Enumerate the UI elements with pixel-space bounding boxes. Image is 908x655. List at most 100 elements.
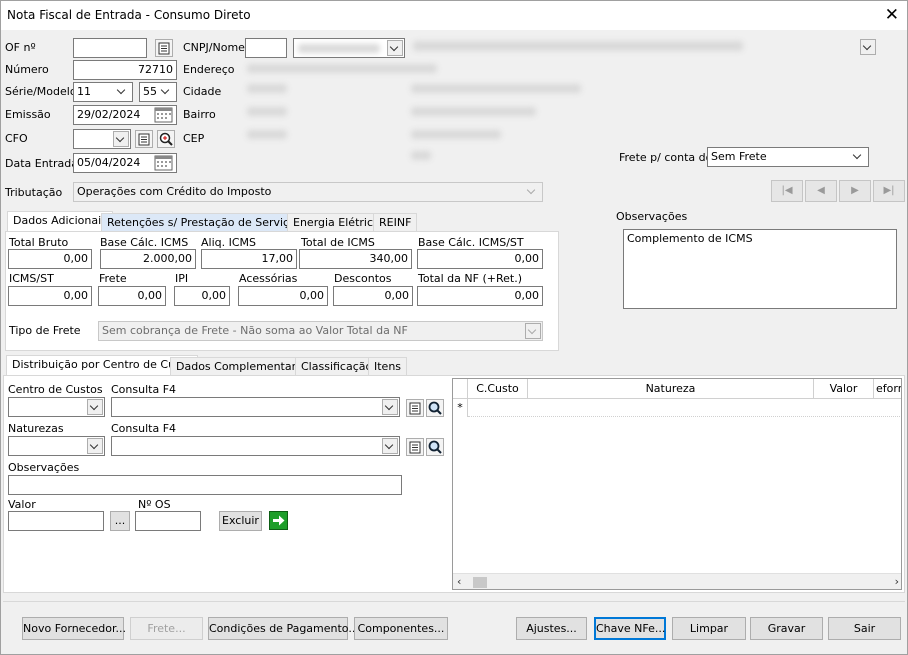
limpar-button[interactable]: Limpar bbox=[672, 617, 746, 640]
gravar-button[interactable]: Gravar bbox=[750, 617, 823, 640]
total-icms-input[interactable]: 340,00 bbox=[299, 249, 412, 269]
footer-divider bbox=[3, 601, 905, 602]
cep-label: CEP bbox=[183, 132, 205, 145]
centro-custos-search-button[interactable] bbox=[426, 399, 444, 417]
descontos-input[interactable]: 0,00 bbox=[333, 286, 413, 306]
chave-nfe-button[interactable]: Chave NFe... bbox=[594, 617, 666, 640]
valor-input[interactable] bbox=[8, 511, 104, 531]
numero-input[interactable]: 72710 bbox=[73, 60, 177, 80]
icms-st-input[interactable]: 0,00 bbox=[8, 286, 92, 306]
tributacao-select[interactable]: Operações com Crédito do Imposto bbox=[73, 182, 543, 202]
calendar-icon[interactable] bbox=[154, 106, 174, 124]
centro-custos-list-button[interactable] bbox=[406, 399, 424, 417]
excluir-button[interactable]: Excluir bbox=[219, 511, 262, 531]
scroll-right-icon[interactable]: › bbox=[895, 575, 899, 588]
close-icon[interactable]: ✕ bbox=[885, 5, 899, 25]
tab-classificacao[interactable]: Classificação bbox=[295, 357, 379, 376]
frete-input[interactable]: 0,00 bbox=[98, 286, 166, 306]
sair-button[interactable]: Sair bbox=[828, 617, 901, 640]
aliq-icms-input[interactable]: 17,00 bbox=[201, 249, 297, 269]
acessorias-input[interactable]: 0,00 bbox=[238, 286, 328, 306]
centro-custos-consulta-select[interactable] bbox=[111, 397, 400, 417]
calendar-icon[interactable] bbox=[154, 154, 174, 172]
componentes-button[interactable]: Componentes... bbox=[354, 617, 448, 640]
of-list-button[interactable] bbox=[155, 39, 173, 57]
magnifier-icon bbox=[159, 132, 173, 146]
naturezas-search-button[interactable] bbox=[426, 438, 444, 456]
emissao-value: 29/02/2024 bbox=[77, 108, 141, 121]
chevron-down-icon bbox=[87, 438, 103, 454]
redacted-text bbox=[247, 130, 287, 139]
list-icon bbox=[409, 402, 421, 415]
total-bruto-input[interactable]: 0,00 bbox=[8, 249, 92, 269]
consulta-f4-label-2: Consulta F4 bbox=[111, 422, 177, 435]
n-os-input[interactable] bbox=[135, 511, 201, 531]
acessorias-label: Acessórias bbox=[239, 272, 298, 285]
observacoes-dist-label: Observações bbox=[8, 461, 80, 474]
condicoes-pagamento-button[interactable]: Condições de Pagamento... bbox=[208, 617, 359, 640]
nav-prev-button[interactable]: ◀ bbox=[805, 180, 837, 202]
tab-energia-eletrica[interactable]: Energia Elétrica bbox=[287, 213, 386, 232]
cnpj-input[interactable] bbox=[245, 38, 287, 58]
window: Nota Fiscal de Entrada - Consumo Direto … bbox=[0, 0, 908, 655]
ellipsis-button[interactable]: ... bbox=[110, 511, 130, 531]
tab-dados-adicionais[interactable]: Dados Adicionais bbox=[7, 211, 113, 232]
consulta-f4-label: Consulta F4 bbox=[111, 383, 177, 396]
serie-value: 11 bbox=[77, 85, 91, 98]
frete-conta-select[interactable]: Sem Frete bbox=[707, 147, 869, 167]
modelo-select[interactable]: 55 bbox=[139, 82, 177, 102]
tab-dados-complementares[interactable]: Dados Complementares bbox=[170, 357, 315, 376]
observacoes-dist-input[interactable] bbox=[8, 475, 402, 495]
nav-last-button[interactable]: ▶| bbox=[873, 180, 905, 202]
naturezas-list-button[interactable] bbox=[406, 438, 424, 456]
base-icms-st-input[interactable]: 0,00 bbox=[417, 249, 543, 269]
total-nf-input[interactable]: 0,00 bbox=[417, 286, 543, 306]
scroll-left-icon[interactable]: ‹ bbox=[457, 575, 461, 588]
of-input[interactable] bbox=[73, 38, 147, 58]
tab-itens[interactable]: Itens bbox=[368, 357, 408, 376]
n-os-label: Nº OS bbox=[138, 498, 171, 511]
go-button[interactable] bbox=[269, 511, 288, 530]
redacted-text bbox=[247, 64, 437, 73]
horizontal-scrollbar[interactable]: ‹ › bbox=[453, 573, 901, 589]
observacoes-textarea[interactable]: Complemento de ICMS bbox=[623, 229, 897, 309]
redacted-text bbox=[411, 151, 431, 160]
base-icms-input[interactable]: 2.000,00 bbox=[100, 249, 196, 269]
tab-retencoes[interactable]: Retenções s/ Prestação de Serviços bbox=[101, 213, 308, 232]
modelo-value: 55 bbox=[143, 85, 157, 98]
redacted-text bbox=[413, 41, 743, 51]
fornecedor-name-select[interactable] bbox=[811, 38, 877, 58]
nav-first-button[interactable]: |◀ bbox=[771, 180, 803, 202]
serie-select[interactable]: 11 bbox=[73, 82, 133, 102]
fornecedor-select[interactable] bbox=[293, 38, 405, 58]
novo-fornecedor-button[interactable]: Novo Fornecedor... bbox=[22, 617, 126, 640]
grid-col-natureza[interactable]: Natureza bbox=[528, 379, 814, 399]
chevron-down-icon bbox=[525, 184, 541, 200]
frete-button[interactable]: Frete... bbox=[130, 617, 203, 640]
magnifier-icon bbox=[428, 401, 442, 415]
ipi-label: IPI bbox=[175, 272, 189, 285]
cfo-list-button[interactable] bbox=[135, 130, 153, 148]
data-entrada-label: Data Entrada bbox=[5, 157, 78, 170]
grid-col-eform[interactable]: eform bbox=[874, 379, 901, 399]
ajustes-button[interactable]: Ajustes... bbox=[516, 617, 587, 640]
chevron-down-icon bbox=[525, 323, 541, 339]
centro-custos-select[interactable] bbox=[8, 397, 105, 417]
cfo-select[interactable] bbox=[73, 129, 131, 149]
chevron-down-icon bbox=[87, 399, 103, 415]
scroll-thumb[interactable] bbox=[473, 577, 487, 588]
chevron-down-icon bbox=[113, 131, 129, 147]
tipo-frete-select[interactable]: Sem cobrança de Frete - Não soma ao Valo… bbox=[98, 321, 543, 341]
grid-col-ccusto[interactable]: C.Custo bbox=[468, 379, 528, 399]
redacted-text bbox=[247, 107, 287, 116]
descontos-label: Descontos bbox=[334, 272, 392, 285]
grid-new-row[interactable] bbox=[468, 399, 901, 417]
nav-next-button[interactable]: ▶ bbox=[839, 180, 871, 202]
grid-row-header bbox=[453, 379, 468, 399]
naturezas-select[interactable] bbox=[8, 436, 105, 456]
ipi-input[interactable]: 0,00 bbox=[174, 286, 230, 306]
naturezas-consulta-select[interactable] bbox=[111, 436, 400, 456]
cfo-search-button[interactable] bbox=[157, 130, 175, 148]
grid-col-valor[interactable]: Valor bbox=[814, 379, 874, 399]
tab-reinf[interactable]: REINF bbox=[373, 213, 418, 232]
